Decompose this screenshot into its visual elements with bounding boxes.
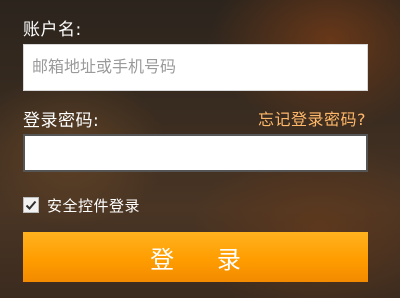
secure-login-label: 安全控件登录 [47, 196, 141, 215]
checkmark-icon [25, 200, 37, 210]
login-button[interactable]: 登 录 [23, 232, 368, 282]
account-input[interactable] [23, 44, 368, 91]
secure-login-checkbox[interactable] [23, 197, 39, 213]
password-label: 登录密码: [23, 111, 100, 131]
account-label: 账户名: [23, 20, 82, 40]
forgot-password-link[interactable]: 忘记登录密码? [258, 106, 366, 130]
password-input[interactable] [23, 134, 368, 172]
secure-login-row[interactable]: 安全控件登录 [23, 194, 140, 216]
